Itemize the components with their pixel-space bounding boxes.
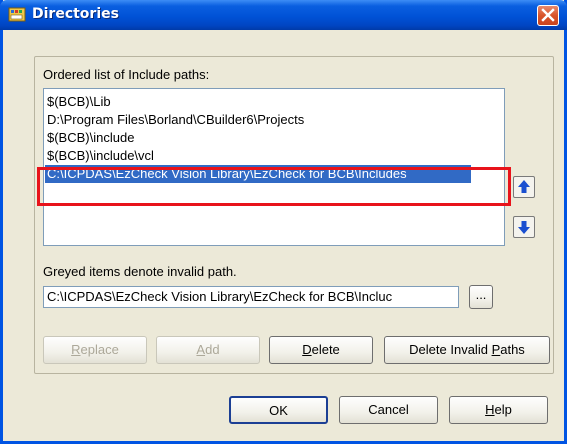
greyed-items-note: Greyed items denote invalid path.: [43, 264, 237, 279]
include-path-item[interactable]: $(BCB)\include: [45, 129, 134, 147]
arrow-down-icon: [518, 221, 530, 234]
close-button[interactable]: [537, 5, 559, 26]
include-path-item-selected[interactable]: C:\ICPDAS\EzCheck Vision Library\EzCheck…: [45, 165, 471, 183]
include-paths-list[interactable]: $(BCB)\Lib D:\Program Files\Borland\CBui…: [43, 88, 505, 246]
browse-button[interactable]: ...: [469, 285, 493, 309]
replace-button[interactable]: Replace: [43, 336, 147, 364]
path-input[interactable]: C:\ICPDAS\EzCheck Vision Library\EzCheck…: [43, 286, 459, 308]
add-button[interactable]: Add: [156, 336, 260, 364]
include-path-item[interactable]: D:\Program Files\Borland\CBuilder6\Proje…: [45, 111, 304, 129]
include-paths-label: Ordered list of Include paths:: [43, 67, 210, 82]
arrow-up-icon: [518, 180, 530, 193]
title-bar[interactable]: Directories: [0, 0, 567, 30]
ok-button[interactable]: OK: [229, 396, 328, 424]
delete-button[interactable]: Delete: [269, 336, 373, 364]
delete-invalid-paths-button[interactable]: Delete Invalid Paths: [384, 336, 550, 364]
include-path-item[interactable]: $(BCB)\include\vcl: [45, 147, 154, 165]
cbuilder-app-icon: [8, 7, 26, 22]
move-down-button[interactable]: [513, 216, 535, 238]
include-path-item[interactable]: $(BCB)\Lib: [45, 93, 111, 111]
window-title: Directories: [32, 6, 119, 22]
directories-dialog: Directories Ordered list of Include path…: [0, 0, 567, 444]
close-icon: [541, 8, 555, 22]
cancel-button[interactable]: Cancel: [339, 396, 438, 424]
help-button[interactable]: Help: [449, 396, 548, 424]
move-up-button[interactable]: [513, 176, 535, 198]
